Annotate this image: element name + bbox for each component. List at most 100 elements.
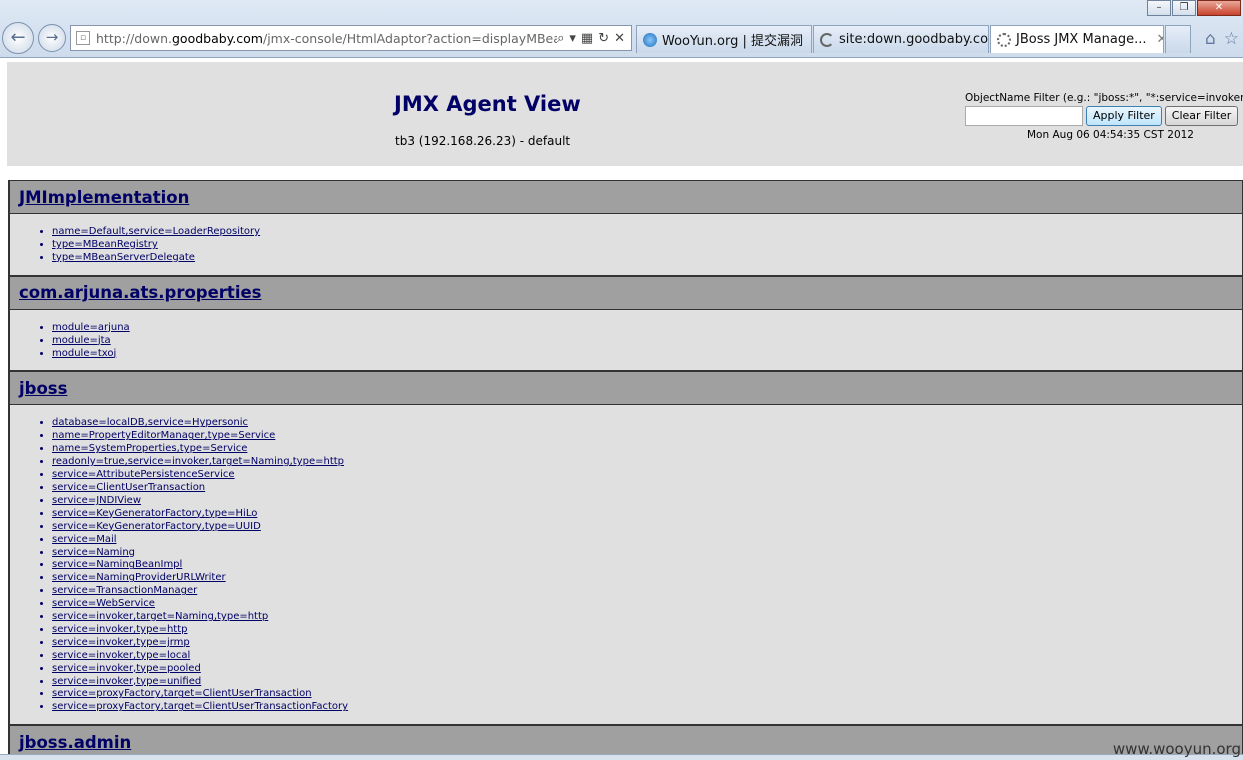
mbean-item: name=SystemProperties,type=Service [52, 443, 1242, 456]
mbean-list: name=Default,service=LoaderRepository typ… [8, 214, 1243, 276]
window-controls: – ❐ ✕ [1146, 0, 1241, 16]
tab-strip: WooYun.org | 提交漏洞 site:down.goodbaby.co.… [636, 25, 1191, 53]
mbean-item: service=proxyFactory,target=ClientUserTr… [52, 701, 1242, 714]
mbean-link[interactable]: service=NamingProviderURLWriter [52, 572, 226, 583]
mbean-link[interactable]: service=Naming [52, 547, 135, 558]
mbean-link[interactable]: service=proxyFactory,target=ClientUserTr… [52, 701, 348, 712]
mbean-link[interactable]: service=KeyGeneratorFactory,type=HiLo [52, 508, 257, 519]
mbean-link[interactable]: service=invoker,type=jrmp [52, 637, 190, 648]
mbean-link[interactable]: module=jta [52, 335, 111, 346]
tab-jboss[interactable]: JBoss JMX Manage... ✕ [990, 25, 1164, 53]
host-info: tb3 (192.168.26.23) - default [395, 134, 571, 148]
server-date: Mon Aug 06 04:54:35 CST 2012 [1027, 129, 1194, 141]
domain-link[interactable]: com.arjuna.ats.properties [19, 283, 262, 302]
close-window-button[interactable]: ✕ [1197, 0, 1241, 16]
mbean-link[interactable]: service=invoker,type=local [52, 650, 190, 661]
dropdown-icon[interactable]: ▾ [569, 31, 576, 46]
compatibility-icon[interactable]: ▦ [581, 31, 593, 46]
close-tab-icon[interactable]: ✕ [1157, 32, 1163, 47]
mbean-link[interactable]: service=JNDIView [52, 495, 141, 506]
mbean-link[interactable]: service=TransactionManager [52, 585, 197, 596]
new-tab-button[interactable] [1165, 25, 1191, 53]
refresh-icon[interactable]: ↻ [598, 31, 609, 46]
back-button[interactable]: ← [2, 22, 34, 54]
mbean-item: module=arjuna [52, 322, 1242, 335]
favorites-star-icon[interactable]: ☆ [1224, 29, 1239, 49]
home-icon[interactable]: ⌂ [1205, 29, 1216, 49]
mbean-link[interactable]: service=AttributePersistenceService [52, 469, 235, 480]
mbean-item: service=proxyFactory,target=ClientUserTr… [52, 688, 1242, 701]
mbean-item: service=WebService [52, 598, 1242, 611]
clear-filter-button[interactable]: Clear Filter [1164, 106, 1239, 126]
mbean-item: database=localDB,service=Hypersonic [52, 417, 1242, 430]
url-text[interactable]: http://down.goodbaby.com/jmx-console/Htm… [96, 31, 557, 46]
mbean-item: service=TransactionManager [52, 585, 1242, 598]
mbean-item: service=ClientUserTransaction [52, 482, 1242, 495]
domain-header: jboss.admin [8, 725, 1243, 754]
mbean-item: service=invoker,type=unified [52, 676, 1242, 689]
mbean-link[interactable]: readonly=true,service=invoker,target=Nam… [52, 456, 344, 467]
mbean-link[interactable]: module=txoj [52, 348, 116, 359]
forward-button[interactable]: → [38, 24, 66, 52]
mbean-link[interactable]: type=MBeanRegistry [52, 239, 158, 250]
apply-filter-button[interactable]: Apply Filter [1086, 106, 1162, 126]
mbean-link[interactable]: name=Default,service=LoaderRepository [52, 226, 260, 237]
objectname-filter-input[interactable] [965, 106, 1083, 126]
ie-icon [643, 32, 657, 47]
mbean-item: service=KeyGeneratorFactory,type=UUID [52, 521, 1242, 534]
mbean-link[interactable]: service=invoker,type=http [52, 624, 187, 635]
mbean-item: module=txoj [52, 348, 1242, 361]
mbean-link[interactable]: service=WebService [52, 598, 155, 609]
mbean-link[interactable]: service=ClientUserTransaction [52, 482, 205, 493]
tab-label: JBoss JMX Manage... [1016, 32, 1147, 47]
address-bar[interactable]: ▫ http://down.goodbaby.com/jmx-console/H… [70, 25, 632, 51]
url-prefix: http://down. [96, 30, 172, 46]
mbean-item: name=Default,service=LoaderRepository [52, 226, 1242, 239]
maximize-button[interactable]: ❐ [1172, 0, 1196, 16]
mbean-list: module=arjuna module=jta module=txoj [8, 309, 1243, 372]
mbean-item: service=KeyGeneratorFactory,type=HiLo [52, 508, 1242, 521]
mbean-link[interactable]: service=proxyFactory,target=ClientUserTr… [52, 688, 312, 699]
domain-link[interactable]: jboss.admin [19, 733, 131, 752]
search-icon[interactable]: ⌕ [557, 31, 564, 46]
stop-icon[interactable]: ✕ [614, 31, 625, 46]
mbean-link[interactable]: name=SystemProperties,type=Service [52, 443, 247, 454]
loading-icon [997, 32, 1011, 47]
mbean-item: type=MBeanRegistry [52, 239, 1242, 252]
domain-header: jboss [8, 371, 1243, 406]
status-bar [0, 754, 1243, 760]
filter-form: ObjectName Filter (e.g.: "jboss:*", "*:s… [965, 92, 1243, 141]
browser-chrome: – ❐ ✕ ← → ▫ http://down.goodbaby.com/jmx… [0, 0, 1243, 58]
mbean-item: readonly=true,service=invoker,target=Nam… [52, 456, 1242, 469]
domain-link[interactable]: jboss [19, 379, 67, 398]
domain-header: com.arjuna.ats.properties [8, 275, 1243, 310]
domain-header: JMImplementation [8, 180, 1243, 214]
tab-label: site:down.goodbaby.co... [839, 32, 989, 47]
mbean-item: name=PropertyEditorManager,type=Service [52, 430, 1242, 443]
mbean-item: service=invoker,type=http [52, 624, 1242, 637]
domain-link[interactable]: JMImplementation [19, 188, 189, 207]
mbean-item: service=invoker,type=pooled [52, 663, 1242, 676]
mbean-link[interactable]: name=PropertyEditorManager,type=Service [52, 430, 275, 441]
mbean-link[interactable]: database=localDB,service=Hypersonic [52, 417, 248, 428]
minimize-button[interactable]: – [1147, 0, 1171, 16]
jmx-header: JMX Agent View tb3 (192.168.26.23) - def… [7, 62, 1243, 166]
mbean-link[interactable]: service=NamingBeanImpl [52, 559, 182, 570]
mbean-link[interactable]: type=MBeanServerDelegate [52, 252, 195, 263]
mbean-link[interactable]: service=invoker,type=pooled [52, 663, 201, 674]
tab-search[interactable]: site:down.goodbaby.co... [813, 25, 989, 53]
loading-icon [820, 32, 834, 47]
mbean-link[interactable]: service=invoker,type=unified [52, 676, 201, 687]
mbean-link[interactable]: service=invoker,target=Naming,type=http [52, 611, 268, 622]
mbean-link[interactable]: service=KeyGeneratorFactory,type=UUID [52, 521, 261, 532]
back-arrow-icon: ← [10, 27, 26, 48]
page-title: JMX Agent View [394, 92, 581, 116]
mbean-link[interactable]: service=Mail [52, 534, 117, 545]
mbean-link[interactable]: module=arjuna [52, 322, 130, 333]
tab-wooyun[interactable]: WooYun.org | 提交漏洞 [636, 25, 812, 53]
mbean-item: service=JNDIView [52, 495, 1242, 508]
mbean-item: service=Mail [52, 534, 1242, 547]
page-content: JMX Agent View tb3 (192.168.26.23) - def… [7, 62, 1243, 754]
page-icon: ▫ [76, 31, 90, 45]
filter-label: ObjectName Filter (e.g.: "jboss:*", "*:s… [965, 92, 1243, 104]
